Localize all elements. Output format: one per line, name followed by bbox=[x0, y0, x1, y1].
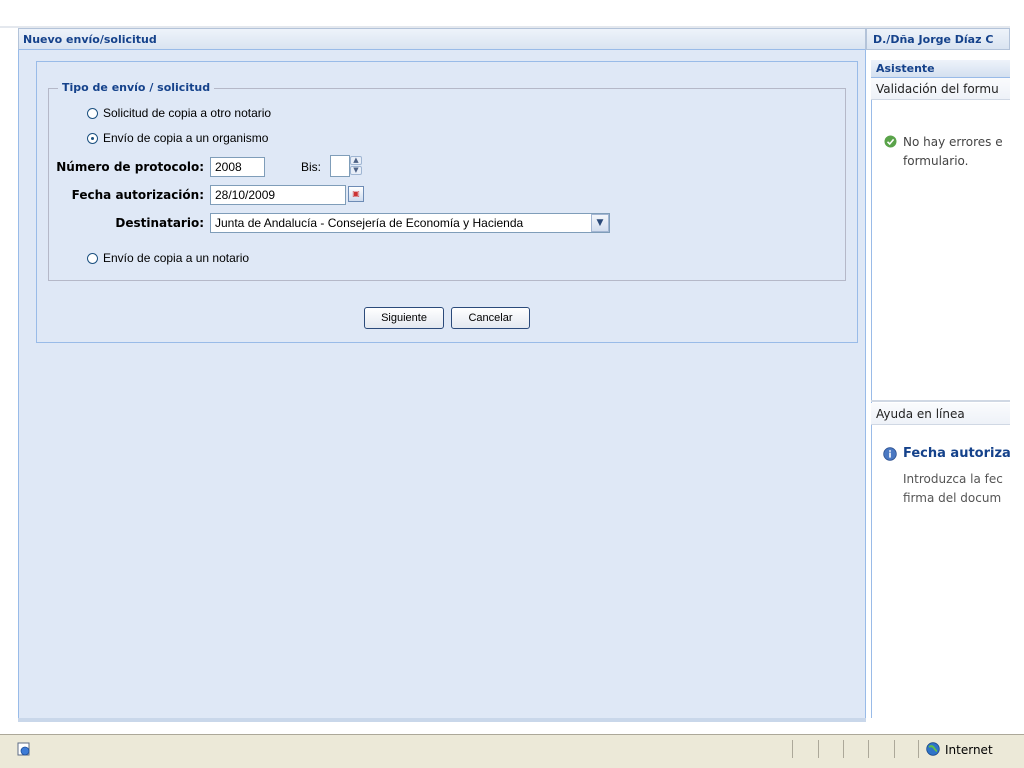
spinner-down-icon[interactable]: ▼ bbox=[350, 166, 362, 175]
help-title: Ayuda en línea bbox=[876, 407, 965, 421]
destinatario-select[interactable]: Junta de Andalucía - Consejería de Econo… bbox=[210, 213, 610, 233]
validation-title: Validación del formu bbox=[876, 82, 999, 96]
radio-button[interactable] bbox=[87, 107, 98, 119]
bis-input[interactable] bbox=[330, 155, 350, 177]
fecha-label: Fecha autorización: bbox=[71, 188, 204, 202]
bis-spinner[interactable]: ▲ ▼ bbox=[350, 155, 370, 177]
assistant-header: Asistente bbox=[871, 60, 1010, 78]
user-header: D./Dña Jorge Díaz C bbox=[866, 28, 1010, 50]
status-separator bbox=[868, 740, 869, 758]
status-bar bbox=[0, 734, 1024, 768]
status-separator bbox=[818, 740, 819, 758]
radio-label: Envío de copia a un notario bbox=[103, 251, 250, 265]
radio-solicitud-copia-notario[interactable]: Solicitud de copia a otro notario bbox=[87, 105, 271, 121]
protocolo-label: Número de protocolo: bbox=[56, 160, 204, 174]
validation-section-header[interactable]: Validación del formu bbox=[871, 78, 1010, 100]
radio-envio-copia-notario[interactable]: Envío de copia a un notario bbox=[87, 250, 249, 266]
page-title: Nuevo envío/solicitud bbox=[23, 33, 157, 46]
radio-button[interactable] bbox=[87, 252, 98, 264]
calendar-icon[interactable]: ▣ bbox=[348, 186, 364, 202]
user-name: D./Dña Jorge Díaz C bbox=[873, 33, 994, 46]
info-icon bbox=[883, 447, 897, 461]
help-text-line2: firma del docum bbox=[903, 491, 1002, 505]
spinner-up-icon[interactable]: ▲ bbox=[350, 156, 362, 165]
status-separator bbox=[843, 740, 844, 758]
page-icon bbox=[17, 742, 30, 756]
fieldset-legend: Tipo de envío / solicitud bbox=[58, 81, 215, 94]
radio-label: Solicitud de copia a otro notario bbox=[103, 106, 272, 120]
status-separator bbox=[894, 740, 895, 758]
siguiente-button[interactable]: Siguiente bbox=[364, 307, 444, 329]
browser-top-strip bbox=[0, 0, 1024, 28]
security-zone-label: Internet bbox=[945, 743, 993, 757]
destinatario-label: Destinatario: bbox=[115, 216, 204, 230]
main-panel-bottom-bar bbox=[18, 718, 866, 722]
section-divider bbox=[871, 400, 1010, 402]
status-separator bbox=[792, 740, 793, 758]
chevron-down-icon[interactable]: ▼ bbox=[591, 214, 609, 232]
bis-label: Bis: bbox=[301, 160, 322, 174]
check-circle-icon bbox=[884, 135, 897, 148]
validation-message: No hay errores e formulario. bbox=[884, 134, 1010, 174]
help-topic: Fecha autoriza bbox=[903, 446, 1010, 461]
destinatario-value: Junta de Andalucía - Consejería de Econo… bbox=[215, 216, 524, 230]
assistant-title: Asistente bbox=[876, 62, 935, 75]
help-text-line1: Introduzca la fec bbox=[903, 472, 1003, 486]
cancelar-button[interactable]: Cancelar bbox=[451, 307, 530, 329]
help-section-header[interactable]: Ayuda en línea bbox=[871, 403, 1010, 425]
main-panel-header: Nuevo envío/solicitud bbox=[18, 28, 866, 50]
validation-text-line1: No hay errores e bbox=[903, 135, 1003, 149]
fecha-input[interactable]: 28/10/2009 bbox=[210, 185, 346, 205]
status-separator bbox=[918, 740, 919, 758]
validation-text-line2: formulario. bbox=[903, 154, 969, 168]
radio-envio-copia-organismo[interactable]: Envío de copia a un organismo bbox=[87, 130, 268, 146]
help-content: Fecha autoriza Introduzca la fec firma d… bbox=[883, 446, 1010, 510]
radio-label: Envío de copia a un organismo bbox=[103, 131, 269, 145]
globe-icon bbox=[926, 742, 940, 756]
protocolo-input[interactable]: 2008 bbox=[210, 157, 265, 177]
radio-button-checked[interactable] bbox=[87, 132, 98, 144]
